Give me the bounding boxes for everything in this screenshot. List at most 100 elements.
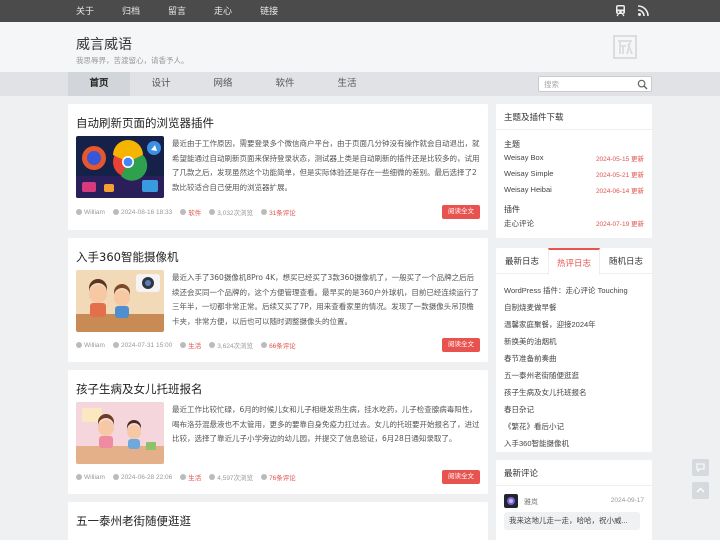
widget-heading: 最新评论 xyxy=(496,460,652,486)
post-card: 孩子生病及女儿托班报名 最近工作比较忙碌，6月的时候儿女和儿子相继发热生病，挂水… xyxy=(68,370,488,494)
post-thumbnail[interactable] xyxy=(76,402,164,464)
comment-author[interactable]: 雅岚 xyxy=(524,497,538,507)
tab-hot-posts[interactable]: 热评日志 xyxy=(548,248,600,275)
plugin-item[interactable]: 走心评论 2024-07-19 更新 xyxy=(504,218,644,230)
post-excerpt: 最近由于工作原因，需要登录多个微信商户平台，由于页面几分钟没有操作就会自动退出，… xyxy=(172,139,480,192)
list-item[interactable]: 新换美的油烟机 xyxy=(504,336,644,347)
clock-icon: 2024-07-31 15:00 xyxy=(112,341,173,349)
post-views: 4,597次浏览 xyxy=(217,475,254,482)
plugin-date: 2024-07-19 更新 xyxy=(595,221,644,228)
nav-network[interactable]: 网络 xyxy=(192,72,254,96)
category-icon: 生活 xyxy=(180,472,201,482)
nav-life[interactable]: 生活 xyxy=(316,72,378,96)
post-excerpt: 最近工作比较忙碌，6月的时候儿女和儿子相继发热生病，挂水吃药，儿子检查腺病毒阳性… xyxy=(172,405,480,444)
post-card: 入手360智能摄像机 最近入手了360摄像机8Pro 4K，想买已经买了3款36… xyxy=(68,238,488,362)
post-title[interactable]: 自动刷新页面的浏览器插件 xyxy=(76,115,214,131)
site-description: 我思辱界，苦渡留心，请香予人。 xyxy=(76,56,189,65)
post-category[interactable]: 生活 xyxy=(188,472,201,482)
comment-icon: 66条评论 xyxy=(261,340,296,350)
comment-float-button[interactable] xyxy=(692,459,709,476)
clock-icon: 2024-06-28 22:06 xyxy=(112,473,173,481)
post-date: 2024-06-28 22:06 xyxy=(120,473,173,481)
post-comments[interactable]: 76条评论 xyxy=(269,472,296,482)
themes-label: 主题 xyxy=(504,140,520,149)
theme-date: 2024-05-21 更新 xyxy=(595,172,644,179)
comment-icon xyxy=(696,463,705,473)
eye-icon: 3,624次浏览 xyxy=(209,340,253,350)
search-box xyxy=(538,76,652,92)
top-nav-about[interactable]: 关于 xyxy=(76,0,94,22)
read-more-button[interactable]: 阅读全文 xyxy=(442,205,480,219)
post-category[interactable]: 生活 xyxy=(188,340,201,350)
search-icon[interactable] xyxy=(637,79,648,90)
post-card: 自动刷新页面的浏览器插件 最近由于工作原因，需要登录多个微信商户平台，由于页面几… xyxy=(68,104,488,230)
plugin-name[interactable]: 走心评论 xyxy=(504,219,534,228)
top-nav-guestbook[interactable]: 留言 xyxy=(168,0,186,22)
theme-item[interactable]: Weisay Box 2024-05-15 更新 xyxy=(504,153,644,165)
top-nav-archive[interactable]: 归档 xyxy=(122,0,140,22)
comment-icon: 31条评论 xyxy=(261,207,296,217)
list-item[interactable]: WordPress 插件：走心评论 Touching xyxy=(504,285,644,296)
theme-date: 2024-05-15 更新 xyxy=(595,156,644,163)
read-more-button[interactable]: 阅读全文 xyxy=(442,338,480,352)
nav-design[interactable]: 设计 xyxy=(130,72,192,96)
post-author[interactable]: William xyxy=(84,209,105,216)
post-thumbnail[interactable] xyxy=(76,136,164,198)
nav-software[interactable]: 软件 xyxy=(254,72,316,96)
post-comments[interactable]: 31条评论 xyxy=(269,207,296,217)
theme-item[interactable]: Weisay Heibai 2024-06-14 更新 xyxy=(504,185,644,197)
rss-icon[interactable] xyxy=(637,4,650,17)
list-item[interactable]: 五一泰州老街随便逛逛 xyxy=(504,370,644,381)
post-author[interactable]: William xyxy=(84,342,105,349)
author-icon: William xyxy=(76,342,105,349)
post-views: 3,032次浏览 xyxy=(217,210,254,217)
top-nav-links[interactable]: 链接 xyxy=(260,0,278,22)
list-item[interactable]: 温馨家庭聚餐，迎接2024年 xyxy=(504,319,644,330)
train-icon[interactable] xyxy=(614,4,627,17)
list-item[interactable]: 《繁花》看后小记 xyxy=(504,421,644,432)
theme-item[interactable]: Weisay Simple 2024-05-21 更新 xyxy=(504,169,644,181)
post-meta: William 2024-07-31 15:00 生活 3,624次浏览 66条… xyxy=(76,340,304,350)
post-author[interactable]: William xyxy=(84,474,105,481)
comment-icon: 76条评论 xyxy=(261,472,296,482)
list-item[interactable]: 孩子生病及女儿托班报名 xyxy=(504,387,644,398)
theme-name[interactable]: Weisay Heibai xyxy=(504,185,552,194)
theme-name[interactable]: Weisay Box xyxy=(504,153,543,162)
post-thumbnail[interactable] xyxy=(76,270,164,332)
post-views: 3,624次浏览 xyxy=(217,343,254,350)
post-excerpt: 最近入手了360摄像机8Pro 4K，想买已经买了3款360摄像机了，一般买了一… xyxy=(172,273,479,326)
avatar[interactable] xyxy=(504,494,518,508)
theme-name[interactable]: Weisay Simple xyxy=(504,169,553,178)
plugins-label: 插件 xyxy=(504,205,520,214)
tab-latest-posts[interactable]: 最新日志 xyxy=(496,248,548,274)
site-title[interactable]: 威言威语 xyxy=(76,34,132,54)
post-date: 2024-08-16 18:33 xyxy=(120,208,173,216)
widget-heading: 主题及插件下载 xyxy=(496,104,652,130)
post-meta: William 2024-08-16 18:33 软件 3,032次浏览 31条… xyxy=(76,207,304,217)
clock-icon: 2024-08-16 18:33 xyxy=(112,208,173,216)
comment-text[interactable]: 我来这地儿走一走，哈哈，祝小威... xyxy=(504,512,640,530)
category-icon: 软件 xyxy=(180,207,201,217)
top-icons xyxy=(614,4,650,17)
list-item[interactable]: 春节准备前奏曲 xyxy=(504,353,644,364)
read-more-button[interactable]: 阅读全文 xyxy=(442,470,480,484)
back-to-top-button[interactable] xyxy=(692,482,709,499)
top-nav-heart[interactable]: 走心 xyxy=(214,0,232,22)
list-item[interactable]: 春日杂记 xyxy=(504,404,644,415)
top-nav: 关于 归档 留言 走心 链接 xyxy=(76,0,306,22)
search-input[interactable] xyxy=(544,78,634,90)
list-item[interactable]: 入手360智能摄像机 xyxy=(504,438,644,449)
post-title[interactable]: 孩子生病及女儿托班报名 xyxy=(76,381,203,397)
post-title[interactable]: 五一泰州老街随便逛逛 xyxy=(76,513,191,529)
top-bar: 关于 归档 留言 走心 链接 xyxy=(0,0,720,22)
post-card: 五一泰州老街随便逛逛 xyxy=(68,502,488,540)
list-item[interactable]: 自制烧麦做早餐 xyxy=(504,302,644,313)
log-tabs: 最新日志 热评日志 随机日志 xyxy=(496,248,652,275)
tab-random-posts[interactable]: 随机日志 xyxy=(600,248,652,274)
nav-home[interactable]: 首页 xyxy=(68,72,130,96)
post-title[interactable]: 入手360智能摄像机 xyxy=(76,249,178,265)
comment-widget: 最新评论 雅岚 2024-09-17 我来这地儿走一走，哈哈，祝小威... xyxy=(496,460,652,540)
post-date: 2024-07-31 15:00 xyxy=(120,341,173,349)
post-comments[interactable]: 66条评论 xyxy=(269,340,296,350)
post-category[interactable]: 软件 xyxy=(188,207,201,217)
